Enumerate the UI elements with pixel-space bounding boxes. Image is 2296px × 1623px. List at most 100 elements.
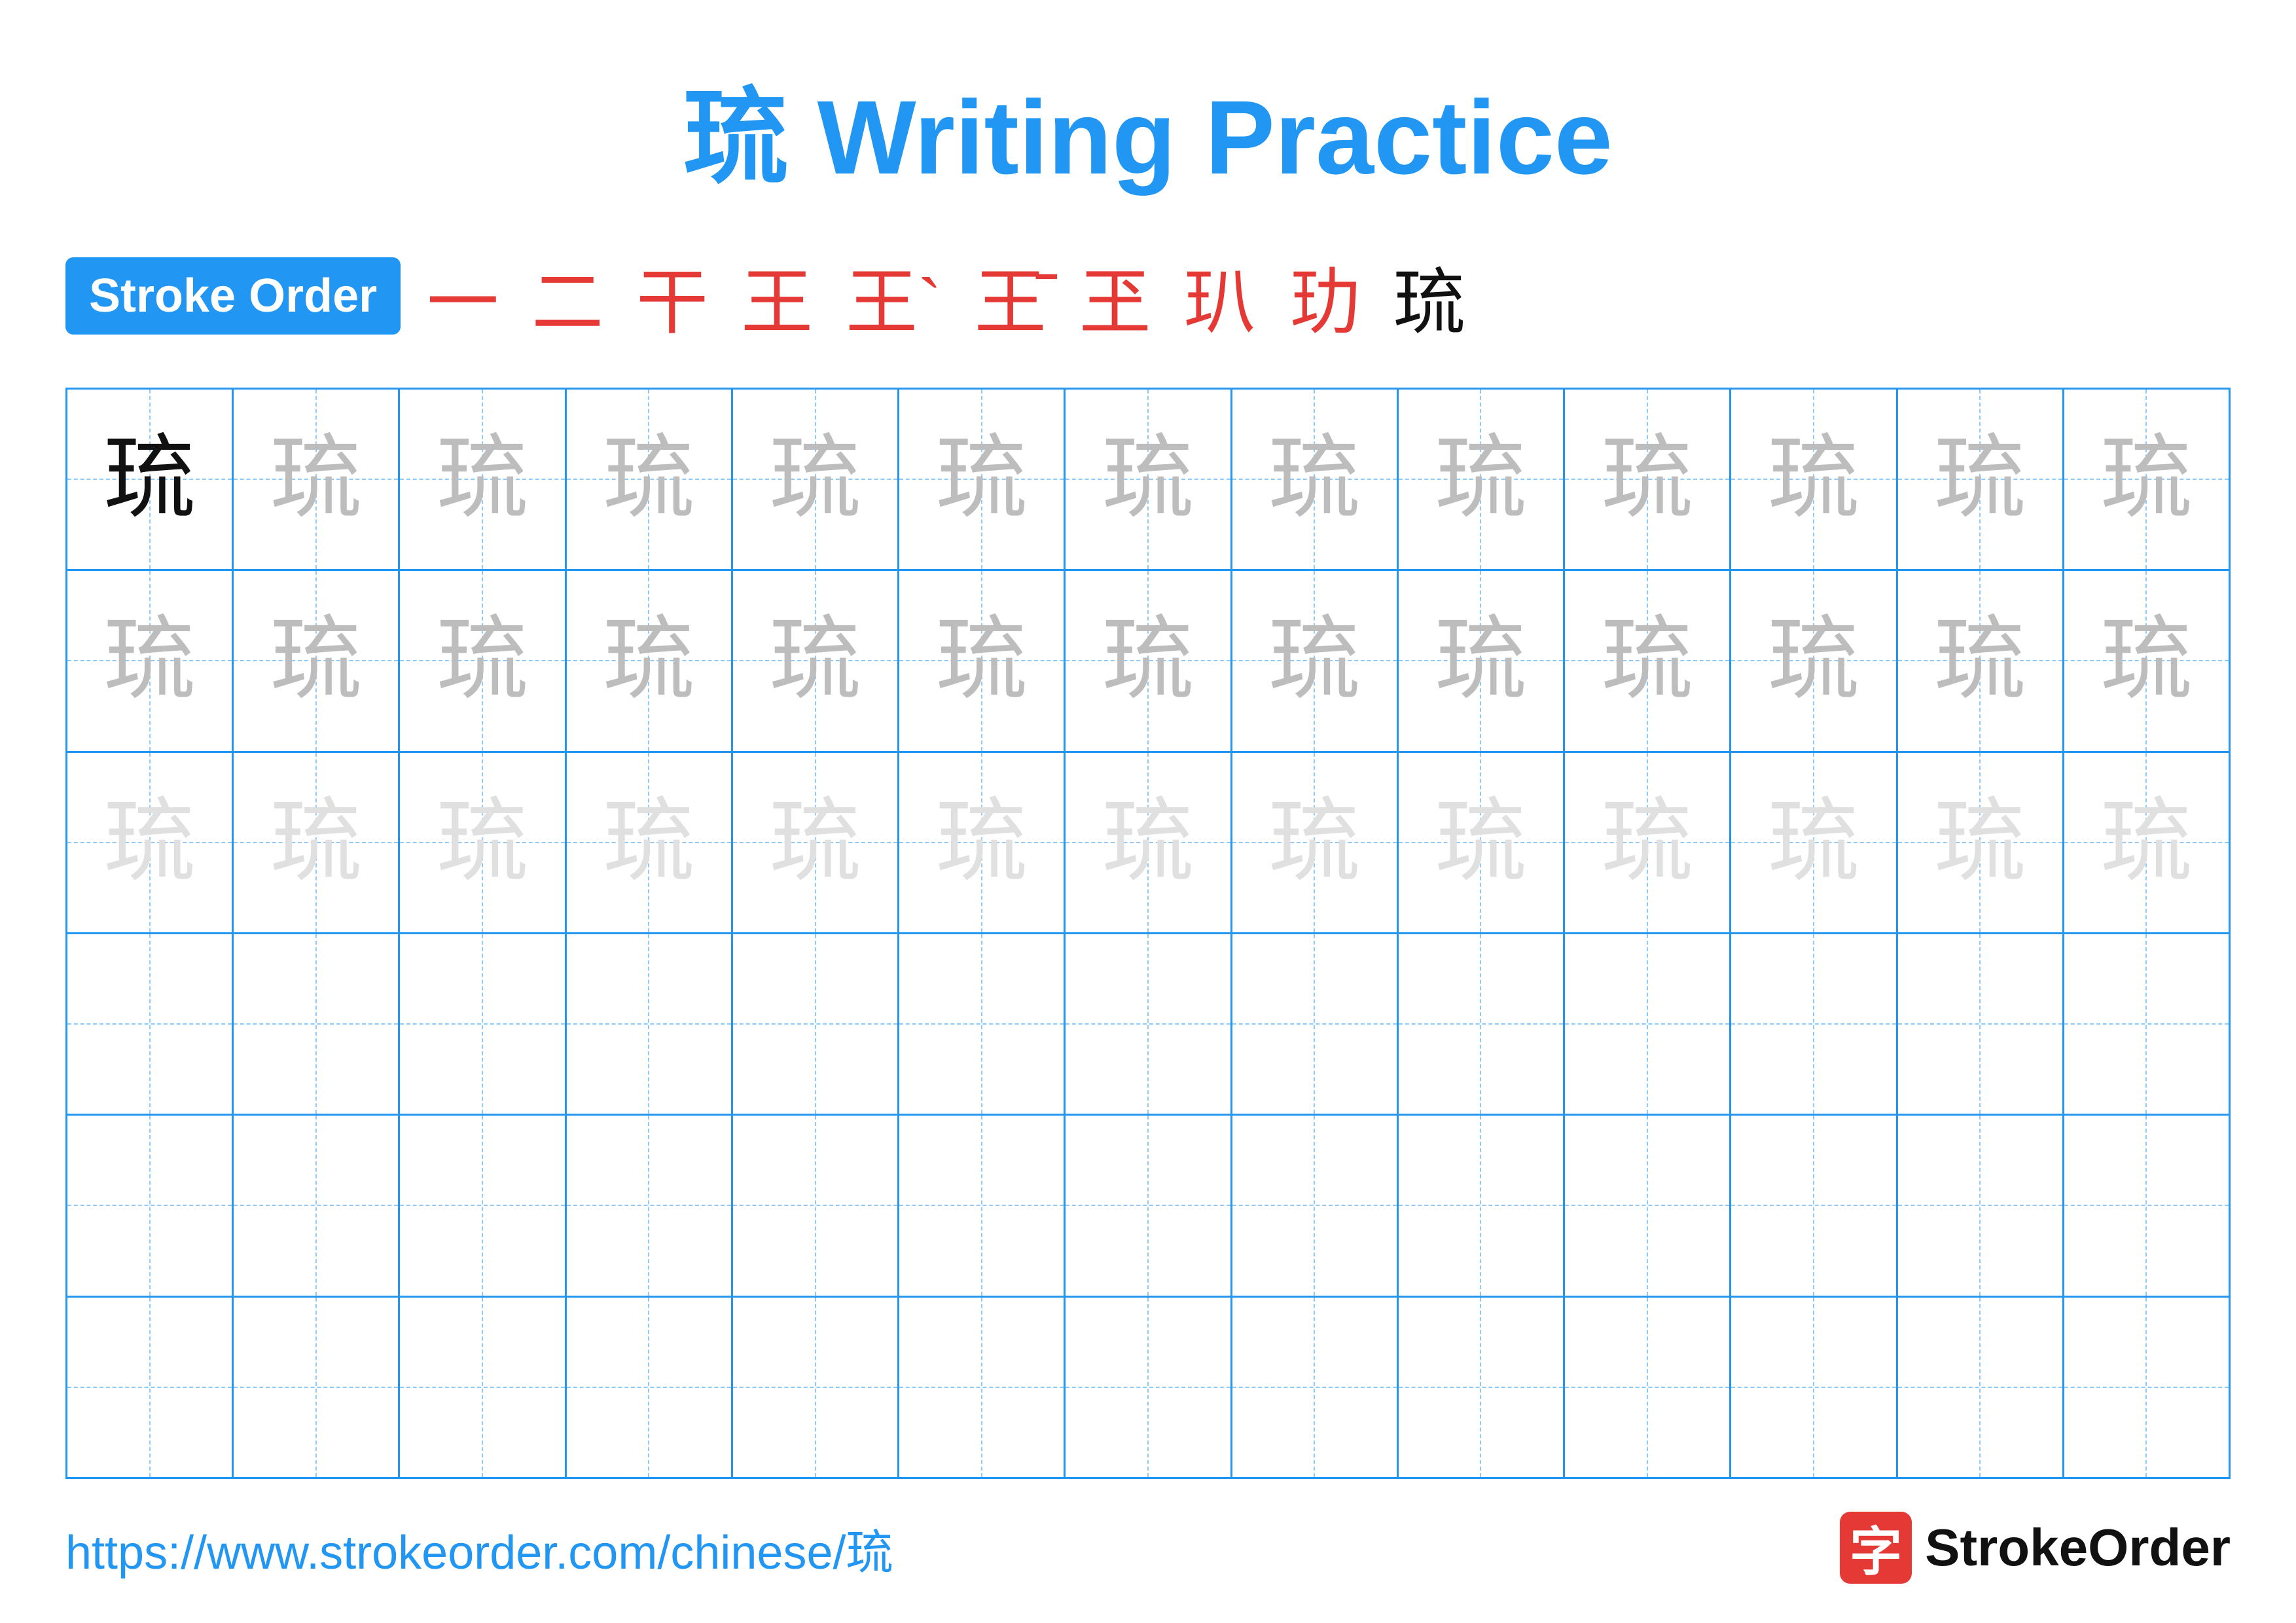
- grid-cell[interactable]: 琉: [1066, 390, 1232, 569]
- grid-cell[interactable]: [400, 1298, 566, 1477]
- grid-cell[interactable]: 琉: [1731, 390, 1897, 569]
- cell-character: 琉: [1268, 433, 1360, 525]
- cell-character: 琉: [1602, 433, 1693, 525]
- cell-character: 琉: [1102, 615, 1194, 706]
- grid-cell[interactable]: [567, 1116, 733, 1295]
- grid-cell[interactable]: 琉: [1565, 571, 1731, 750]
- grid-cell[interactable]: 琉: [1232, 390, 1399, 569]
- practice-grid: 琉琉琉琉琉琉琉琉琉琉琉琉琉琉琉琉琉琉琉琉琉琉琉琉琉琉琉琉琉琉琉琉琉琉琉琉琉琉琉: [65, 388, 2231, 1479]
- grid-cell[interactable]: 琉: [1399, 753, 1565, 932]
- grid-cell[interactable]: 琉: [1731, 753, 1897, 932]
- grid-cell[interactable]: [234, 1116, 400, 1295]
- cell-character: 琉: [1268, 615, 1360, 706]
- grid-cell[interactable]: 琉: [733, 753, 899, 932]
- grid-cell[interactable]: [1565, 1116, 1731, 1295]
- grid-cell[interactable]: [1232, 1116, 1399, 1295]
- grid-cell[interactable]: 琉: [1399, 571, 1565, 750]
- cell-character: 琉: [1768, 433, 1859, 525]
- grid-cell[interactable]: [234, 934, 400, 1114]
- grid-cell[interactable]: [2064, 934, 2229, 1114]
- grid-cell[interactable]: [1731, 1298, 1897, 1477]
- grid-cell[interactable]: 琉: [1066, 571, 1232, 750]
- cell-character: 琉: [1102, 433, 1194, 525]
- grid-cell[interactable]: [1399, 934, 1565, 1114]
- grid-cell[interactable]: [899, 934, 1066, 1114]
- grid-cell[interactable]: 琉: [2064, 753, 2229, 932]
- cell-character: 琉: [770, 797, 861, 888]
- grid-cell[interactable]: 琉: [1898, 571, 2064, 750]
- grid-cell[interactable]: [1232, 1298, 1399, 1477]
- grid-cell[interactable]: [1066, 1298, 1232, 1477]
- cell-character: 琉: [1435, 615, 1526, 706]
- grid-cell[interactable]: 琉: [567, 571, 733, 750]
- grid-cell[interactable]: [1066, 1116, 1232, 1295]
- grid-cell[interactable]: 琉: [733, 571, 899, 750]
- footer-url: https://www.strokeorder.com/chinese/琉: [65, 1514, 893, 1582]
- cell-character: 琉: [104, 433, 196, 525]
- grid-cell[interactable]: [67, 934, 234, 1114]
- cell-character: 琉: [1768, 797, 1859, 888]
- grid-cell[interactable]: 琉: [1898, 753, 2064, 932]
- cell-character: 琉: [1934, 797, 2026, 888]
- grid-cell[interactable]: [1066, 934, 1232, 1114]
- grid-cell[interactable]: 琉: [1066, 753, 1232, 932]
- grid-cell[interactable]: 琉: [567, 390, 733, 569]
- grid-cell[interactable]: 琉: [567, 753, 733, 932]
- grid-cell[interactable]: 琉: [1565, 753, 1731, 932]
- grid-cell[interactable]: [2064, 1116, 2229, 1295]
- grid-cell[interactable]: 琉: [2064, 390, 2229, 569]
- grid-cell[interactable]: [899, 1298, 1066, 1477]
- grid-cell[interactable]: [67, 1298, 234, 1477]
- cell-character: 琉: [936, 797, 1028, 888]
- grid-cell[interactable]: 琉: [1898, 390, 2064, 569]
- grid-cell[interactable]: 琉: [400, 390, 566, 569]
- grid-cell[interactable]: [1399, 1298, 1565, 1477]
- grid-cell[interactable]: 琉: [1731, 571, 1897, 750]
- cell-character: 琉: [270, 433, 362, 525]
- grid-cell[interactable]: [400, 934, 566, 1114]
- grid-cell[interactable]: 琉: [1232, 753, 1399, 932]
- grid-cell[interactable]: [1565, 1298, 1731, 1477]
- stroke-order-badge: Stroke Order: [65, 257, 401, 335]
- cell-character: 琉: [1435, 797, 1526, 888]
- grid-cell[interactable]: [1565, 934, 1731, 1114]
- grid-cell[interactable]: [1232, 934, 1399, 1114]
- grid-cell[interactable]: [234, 1298, 400, 1477]
- grid-cell[interactable]: 琉: [67, 390, 234, 569]
- grid-cell[interactable]: 琉: [899, 390, 1066, 569]
- cell-character: 琉: [437, 615, 528, 706]
- grid-cell[interactable]: 琉: [67, 753, 234, 932]
- grid-cell[interactable]: [400, 1116, 566, 1295]
- grid-cell[interactable]: [1898, 1298, 2064, 1477]
- grid-cell[interactable]: [733, 934, 899, 1114]
- grid-cell[interactable]: [1399, 1116, 1565, 1295]
- grid-cell[interactable]: [733, 1116, 899, 1295]
- grid-cell[interactable]: [567, 1298, 733, 1477]
- grid-cell[interactable]: 琉: [899, 571, 1066, 750]
- grid-row: 琉琉琉琉琉琉琉琉琉琉琉琉琉: [67, 571, 2229, 752]
- grid-cell[interactable]: 琉: [234, 390, 400, 569]
- grid-cell[interactable]: [733, 1298, 899, 1477]
- grid-row: 琉琉琉琉琉琉琉琉琉琉琉琉琉: [67, 390, 2229, 571]
- grid-cell[interactable]: [1731, 934, 1897, 1114]
- grid-cell[interactable]: 琉: [400, 753, 566, 932]
- grid-cell[interactable]: [67, 1116, 234, 1295]
- grid-cell[interactable]: 琉: [2064, 571, 2229, 750]
- grid-cell[interactable]: 琉: [67, 571, 234, 750]
- cell-character: 琉: [2100, 433, 2192, 525]
- grid-cell[interactable]: 琉: [234, 571, 400, 750]
- grid-cell[interactable]: [1731, 1116, 1897, 1295]
- grid-cell[interactable]: 琉: [400, 571, 566, 750]
- grid-cell[interactable]: [2064, 1298, 2229, 1477]
- cell-character: 琉: [437, 797, 528, 888]
- grid-cell[interactable]: 琉: [733, 390, 899, 569]
- grid-cell[interactable]: 琉: [1399, 390, 1565, 569]
- grid-cell[interactable]: [567, 934, 733, 1114]
- grid-cell[interactable]: 琉: [899, 753, 1066, 932]
- grid-cell[interactable]: 琉: [1232, 571, 1399, 750]
- grid-cell[interactable]: 琉: [1565, 390, 1731, 569]
- grid-cell[interactable]: [899, 1116, 1066, 1295]
- grid-cell[interactable]: [1898, 1116, 2064, 1295]
- grid-cell[interactable]: [1898, 934, 2064, 1114]
- grid-cell[interactable]: 琉: [234, 753, 400, 932]
